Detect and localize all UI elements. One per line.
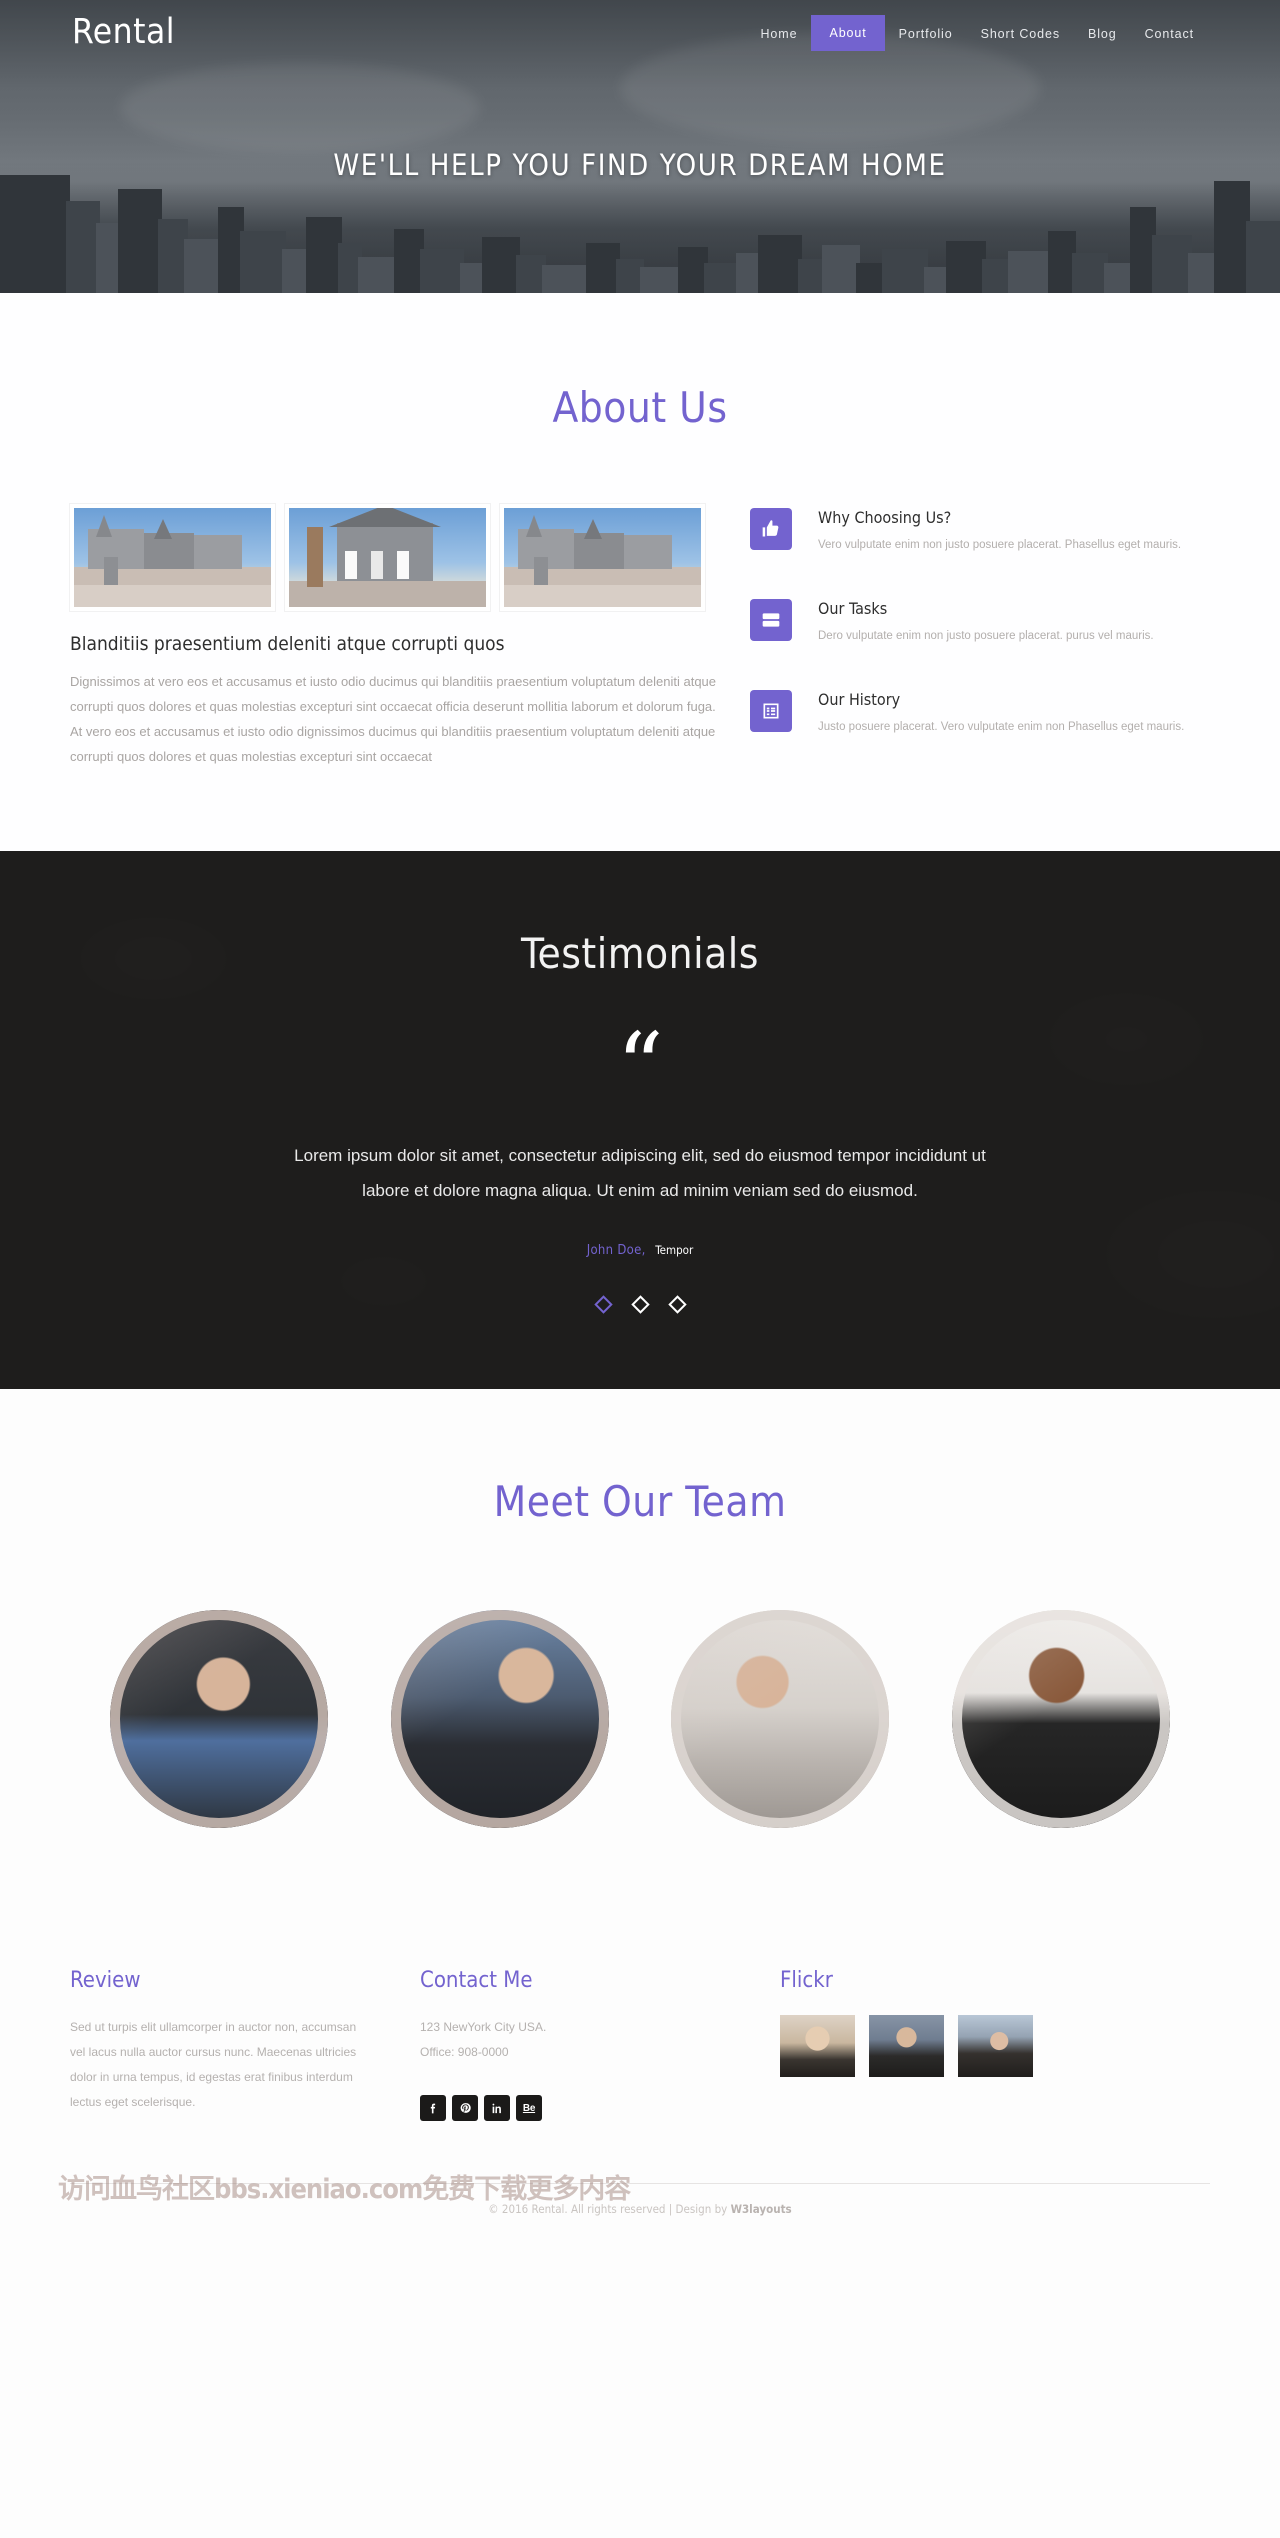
feature-our-history: Our History Justo posuere placerat. Vero… <box>750 690 1190 737</box>
flickr-photo-grid <box>780 2015 1110 2077</box>
testimonial-author-name: John Doe, <box>586 1243 646 1258</box>
behance-icon[interactable]: Be <box>516 2095 542 2121</box>
about-paragraph: Dignissimos at vero eos et accusamus et … <box>70 674 717 764</box>
behance-label: Be <box>522 2102 536 2114</box>
pinterest-icon[interactable] <box>452 2095 478 2121</box>
copyright-brand[interactable]: W3layouts <box>731 2202 792 2216</box>
feature-text: Vero vulputate enim non justo posuere pl… <box>818 539 1182 551</box>
testimonial-text: Lorem ipsum dolor sit amet, consectetur … <box>294 1146 986 1200</box>
about-left-column: Blanditiis praesentium deleniti atque co… <box>70 504 720 781</box>
footer-contact-title: Contact Me <box>420 1968 533 1993</box>
server-list-icon <box>750 599 792 641</box>
copyright-prefix: © 2016 Rental. All rights reserved | Des… <box>488 2202 731 2216</box>
nav-item-blog[interactable]: Blog <box>1074 18 1131 50</box>
site-logo[interactable]: Rental <box>72 12 175 52</box>
footer-contact-address: 123 NewYork City USA. <box>420 2020 547 2034</box>
team-member-1[interactable] <box>110 1610 328 1828</box>
flickr-photo-3[interactable] <box>958 2015 1033 2077</box>
quote-icon: “ <box>616 1013 664 1120</box>
feature-text: Justo posuere placerat. Vero vulputate e… <box>818 721 1185 733</box>
site-footer: Review Sed ut turpis elit ullamcorper in… <box>0 1968 1280 2242</box>
testimonial-author: John Doe, Tempor <box>70 1242 1210 1258</box>
linkedin-icon[interactable] <box>484 2095 510 2121</box>
testimonial-author-role: Tempor <box>655 1243 694 1257</box>
footer-review-title: Review <box>70 1968 141 1993</box>
feature-title: Our Tasks <box>818 599 888 618</box>
testimonial-carousel-dots <box>70 1295 1210 1314</box>
list-alt-icon <box>750 690 792 732</box>
site-header: Rental Home About Portfolio Short Codes … <box>0 0 1280 293</box>
about-thumb-3[interactable] <box>500 504 705 611</box>
team-section-title: Meet Our Team <box>493 1477 787 1526</box>
team-member-3[interactable] <box>671 1610 890 1828</box>
nav-item-home[interactable]: Home <box>747 18 812 50</box>
feature-why-choosing-us: Why Choosing Us? Vero vulputate enim non… <box>750 508 1190 555</box>
carousel-dot-1[interactable] <box>593 1295 613 1314</box>
flickr-photo-1[interactable] <box>780 2015 855 2077</box>
footer-contact-office: Office: 908-0000 <box>420 2045 509 2059</box>
footer-column-review: Review Sed ut turpis elit ullamcorper in… <box>70 1968 360 2121</box>
flickr-photo-2[interactable] <box>869 2015 944 2077</box>
carousel-dot-3[interactable] <box>667 1295 687 1314</box>
thumbs-up-icon <box>750 508 792 550</box>
footer-flickr-title: Flickr <box>780 1968 833 1993</box>
nav-item-portfolio[interactable]: Portfolio <box>885 18 967 50</box>
about-features-column: Why Choosing Us? Vero vulputate enim non… <box>750 504 1190 781</box>
feature-text: Dero vulputate enim non justo posuere pl… <box>818 630 1154 642</box>
testimonials-section: Testimonials “ Lorem ipsum dolor sit ame… <box>0 851 1280 1389</box>
nav-item-about[interactable]: About <box>811 15 885 51</box>
testimonials-section-title: Testimonials <box>521 929 759 978</box>
carousel-dot-2[interactable] <box>630 1295 650 1314</box>
nav-item-contact[interactable]: Contact <box>1131 18 1208 50</box>
about-heading: Blanditiis praesentium deleniti atque co… <box>70 633 505 655</box>
footer-bottom: © 2016 Rental. All rights reserved | Des… <box>58 2174 1210 2242</box>
team-members-row <box>110 1610 1170 1828</box>
about-thumb-1[interactable] <box>70 504 275 611</box>
about-thumb-2[interactable] <box>285 504 490 611</box>
feature-our-tasks: Our Tasks Dero vulputate enim non justo … <box>750 599 1190 646</box>
hero-headline: WE'LL HELP YOU FIND YOUR DREAM HOME <box>333 148 947 182</box>
social-links: Be <box>420 2095 720 2121</box>
main-navigation: Home About Portfolio Short Codes Blog Co… <box>747 15 1209 51</box>
team-member-2[interactable] <box>390 1610 609 1828</box>
about-section: About Us Blanditiis praesentium deleniti… <box>0 293 1280 851</box>
about-thumbnail-gallery <box>70 504 720 611</box>
feature-title: Our History <box>818 690 901 709</box>
footer-column-flickr: Flickr <box>780 1968 1110 2121</box>
footer-review-text: Sed ut turpis elit ullamcorper in auctor… <box>70 2020 357 2109</box>
footer-column-contact: Contact Me 123 NewYork City USA. Office:… <box>420 1968 720 2121</box>
facebook-icon[interactable] <box>420 2095 446 2121</box>
about-section-title: About Us <box>552 383 728 432</box>
team-member-4[interactable] <box>951 1610 1170 1828</box>
copyright-text: © 2016 Rental. All rights reserved | Des… <box>70 2184 1210 2242</box>
nav-item-short-codes[interactable]: Short Codes <box>967 18 1074 50</box>
feature-title: Why Choosing Us? <box>818 508 952 527</box>
team-section: Meet Our Team <box>0 1389 1280 1968</box>
